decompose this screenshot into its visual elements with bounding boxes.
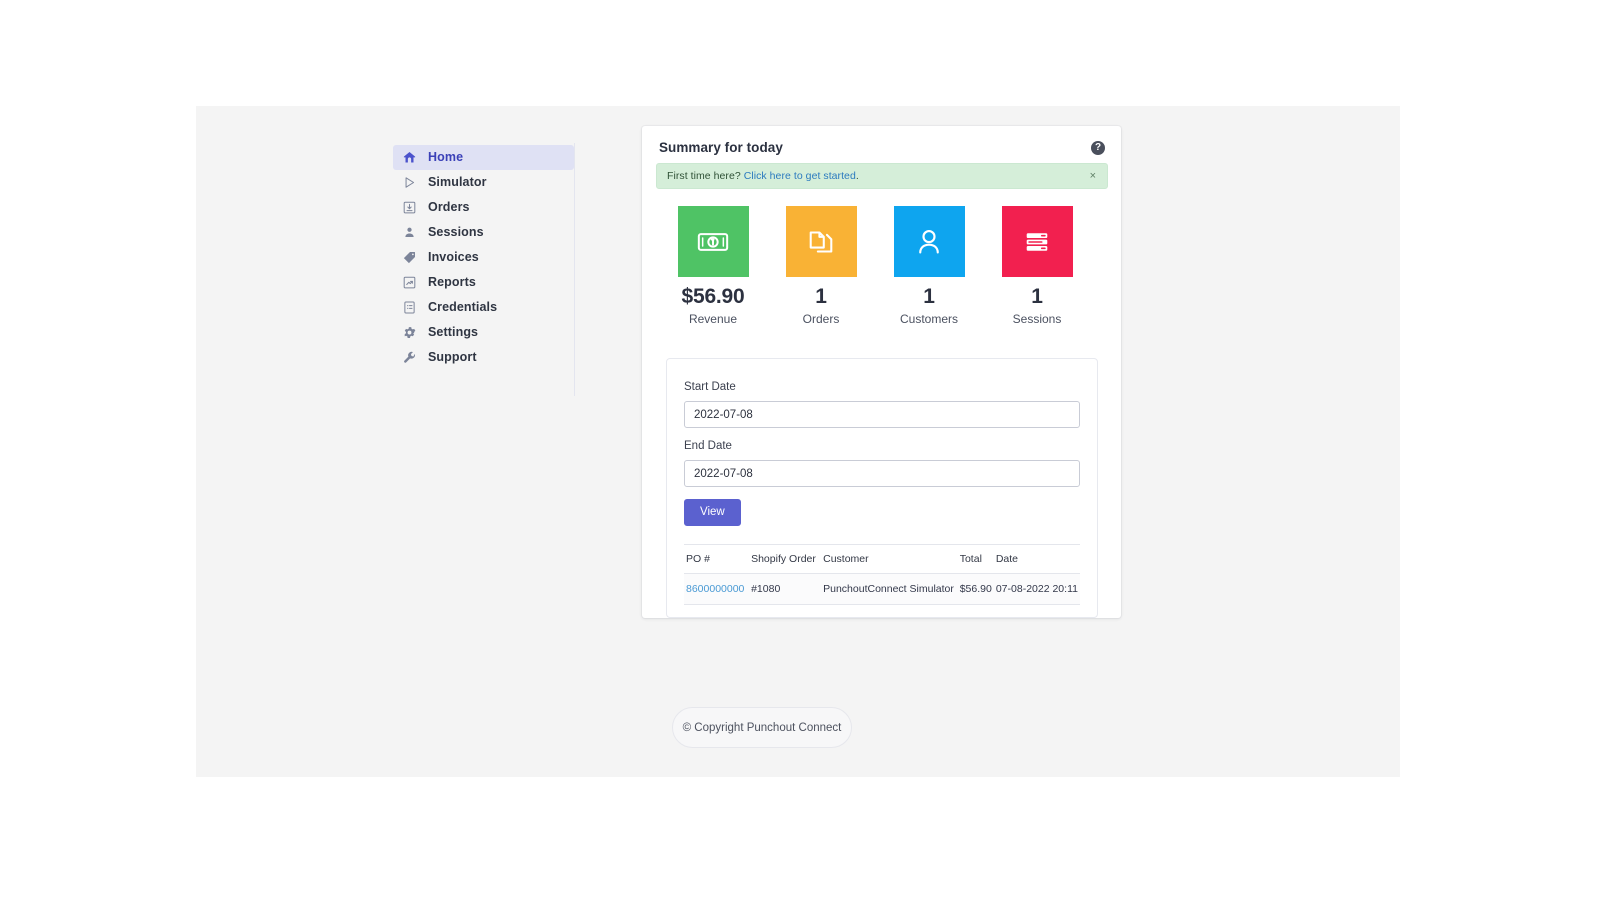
stat-tile-customers [893,206,965,277]
report-chart-icon [402,275,428,290]
tag-icon [402,250,428,265]
orders-table-wrapper: PO # Shopify Order Customer Total Date 8… [684,544,1080,617]
stat-label-customers: Customers [899,312,958,327]
stat-label-orders: Orders [802,312,840,327]
table-header-row: PO # Shopify Order Customer Total Date [684,544,1080,575]
sidebar-label-home: Home [428,150,464,165]
money-bill-icon [693,222,733,262]
stat-card-customers: 1 Customers [881,206,977,326]
wrench-icon [402,350,428,365]
sidebar-label-sessions: Sessions [428,225,484,240]
download-box-icon [402,200,428,215]
content-row: Home Simulator Orders Sessions Invoices … [196,106,1400,777]
documents-icon [802,223,840,261]
stat-card-revenue: $56.90 Revenue [665,206,761,326]
banner-prefix: First time here? [667,170,744,182]
start-date-input[interactable] [684,401,1080,429]
stat-tile-revenue [677,206,749,277]
column-header-customer: Customer [821,544,958,575]
cell-shopify-order: #1080 [749,573,822,606]
banner-text: First time here? Click here to get start… [667,170,859,182]
view-button[interactable]: View [684,499,741,527]
sidebar-item-home[interactable]: Home [393,145,574,170]
card-header: Summary for today ? [642,126,1121,163]
table-body: 8600000000 #1080 PunchoutConnect Simulat… [684,573,1080,606]
column-header-total: Total [957,544,994,575]
cell-total: $56.90 [957,573,994,606]
app-viewport: Home Simulator Orders Sessions Invoices … [196,106,1400,777]
page-title: Summary for today [659,140,783,155]
table-row: 8600000000 #1080 PunchoutConnect Simulat… [684,573,1080,606]
column-header-shopify: Shopify Order [749,544,822,575]
gear-icon [402,325,428,340]
stat-label-revenue: Revenue [688,312,738,327]
stat-label-sessions: Sessions [1012,312,1062,327]
home-icon [402,150,428,165]
stat-value-orders: 1 [815,285,827,308]
sidebar-label-reports: Reports [428,275,476,290]
question-mark-icon[interactable]: ? [1091,140,1105,155]
credential-icon [402,300,428,315]
footer: © Copyright Punchout Connect [672,707,852,748]
sidebar-item-invoices[interactable]: Invoices [393,245,574,270]
sidebar-item-simulator[interactable]: Simulator [393,170,574,195]
person-icon [402,225,428,240]
sidebar-label-invoices: Invoices [428,250,479,265]
table-head: PO # Shopify Order Customer Total Date [684,544,1080,575]
start-date-label: Start Date [684,381,736,394]
stat-value-sessions: 1 [1031,285,1043,308]
stat-tile-sessions [1001,206,1073,277]
getting-started-banner: First time here? Click here to get start… [656,163,1108,189]
close-icon[interactable]: × [1088,170,1098,182]
orders-table: PO # Shopify Order Customer Total Date 8… [684,544,1080,606]
summary-card: Summary for today ? First time here? Cli… [642,126,1121,619]
banner-suffix: . [855,170,859,182]
column-header-po: PO # [684,544,750,575]
footer-copyright-text: © Copyright Punchout Connect [682,721,842,734]
sidebar-item-settings[interactable]: Settings [393,320,574,345]
server-list-icon [1018,223,1056,261]
sidebar-label-support: Support [428,350,477,365]
sidebar-item-credentials[interactable]: Credentials [393,295,574,320]
sidebar-item-orders[interactable]: Orders [393,195,574,220]
end-date-field-block: End Date [684,440,1080,488]
sidebar-label-simulator: Simulator [428,175,487,190]
stat-value-revenue: $56.90 [681,285,745,308]
po-number-link[interactable]: 8600000000 [686,583,744,595]
play-icon [402,175,428,190]
user-icon [909,222,949,262]
stat-tile-orders [785,206,857,277]
end-date-label: End Date [684,440,732,453]
stats-row: $56.90 Revenue 1 Orders 1 Customers 1 Se… [642,189,1101,326]
sidebar-label-settings: Settings [428,325,479,340]
sidebar-item-reports[interactable]: Reports [393,270,574,295]
end-date-input[interactable] [684,460,1080,488]
sidebar-nav: Home Simulator Orders Sessions Invoices … [393,143,575,396]
stat-card-orders: 1 Orders [773,206,869,326]
cell-po: 8600000000 [684,573,750,606]
get-started-link[interactable]: Click here to get started [744,170,856,182]
column-header-date: Date [993,544,1080,575]
cell-date: 07-08-2022 20:11 [993,573,1080,606]
stat-value-customers: 1 [923,285,935,308]
sidebar-label-credentials: Credentials [428,300,498,315]
cell-customer: PunchoutConnect Simulator [821,573,958,606]
start-date-field-block: Start Date [684,381,1080,429]
sidebar-item-sessions[interactable]: Sessions [393,220,574,245]
stat-card-sessions: 1 Sessions [989,206,1085,326]
sidebar-item-support[interactable]: Support [393,345,574,370]
date-filter-card: Start Date End Date View PO # Shopify Or… [666,358,1098,619]
sidebar-label-orders: Orders [428,200,470,215]
